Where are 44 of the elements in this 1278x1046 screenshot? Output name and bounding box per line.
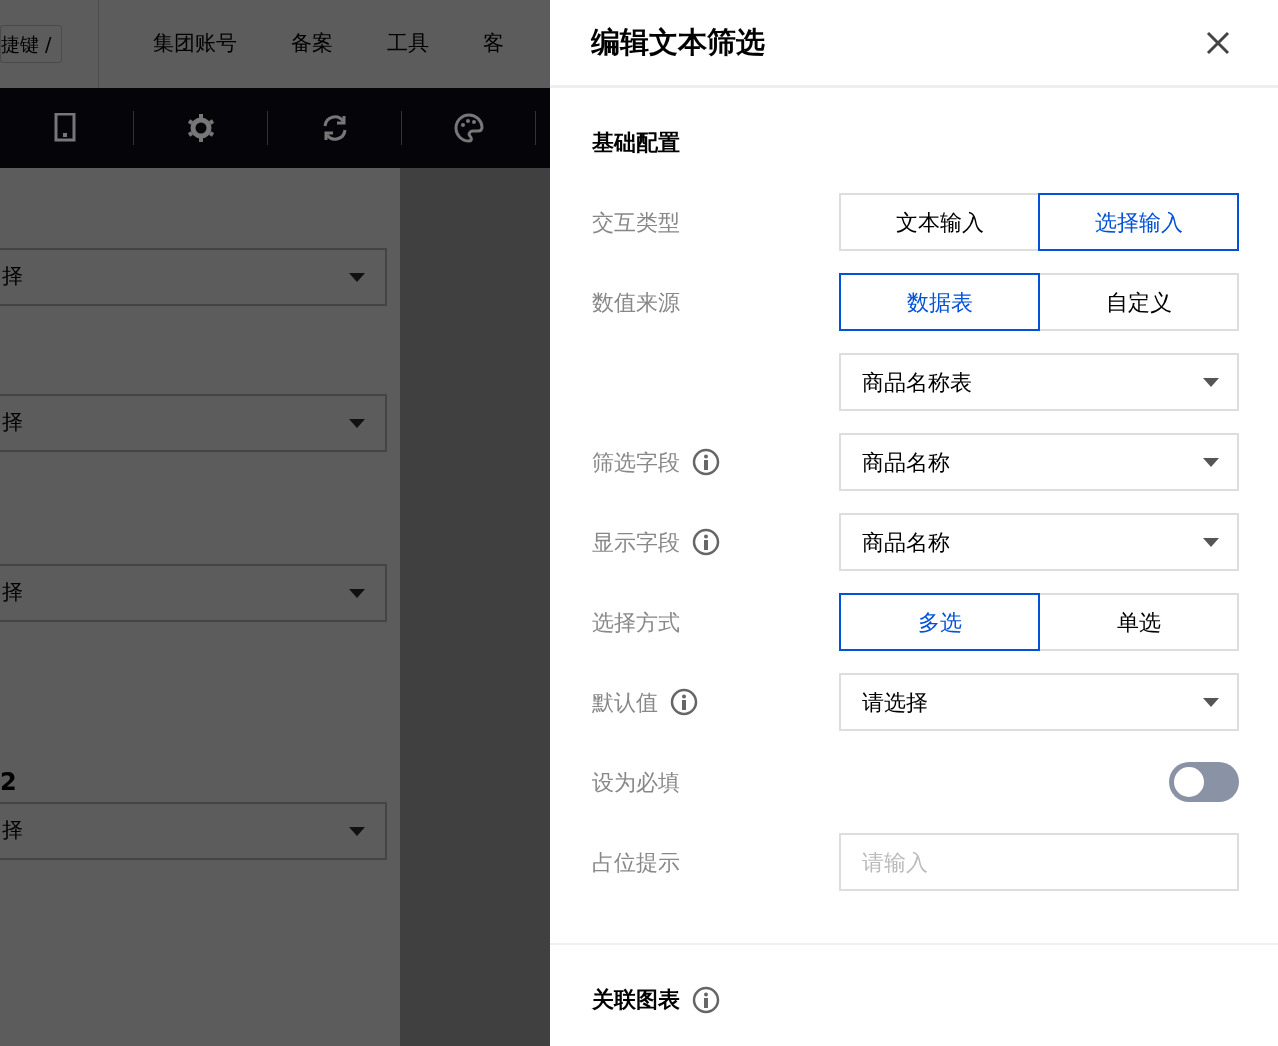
select-field[interactable]: 商品名称表 [839, 353, 1239, 411]
segment-option[interactable]: 数据表 [839, 273, 1040, 331]
segment-option[interactable]: 多选 [839, 593, 1040, 651]
section-title: 关联图表 [592, 986, 680, 1014]
close-button[interactable] [1206, 30, 1230, 55]
select-placeholder: 择 [2, 579, 23, 607]
toggle-switch[interactable] [1169, 762, 1239, 802]
caret-icon [1203, 537, 1219, 547]
section-title: 基础配置 [592, 129, 680, 157]
caret-icon [1203, 697, 1219, 707]
caret-icon [1203, 377, 1219, 387]
caret-icon [349, 826, 365, 836]
select-value: 请选择 [862, 688, 928, 717]
select-field[interactable]: 请选择 [839, 673, 1239, 731]
field-label: 交互类型 [592, 208, 680, 237]
caret-icon [349, 272, 365, 282]
select-value: 商品名称 [862, 528, 950, 557]
text-input[interactable]: 请输入 [839, 833, 1239, 891]
field-label: 数值来源 [592, 288, 680, 317]
gear-icon [185, 113, 216, 143]
select-placeholder: 择 [2, 263, 23, 291]
select-placeholder: 择 [2, 817, 23, 845]
field-label: 显示字段 [592, 528, 680, 557]
field-label: 2 [0, 767, 18, 798]
field-label: 占位提示 [592, 848, 680, 877]
select-field[interactable]: 商品名称 [839, 513, 1239, 571]
drawer-title: 编辑文本筛选 [591, 23, 765, 61]
field-label: 设为必填 [592, 768, 680, 797]
caret-icon [349, 418, 365, 428]
segment-option[interactable]: 单选 [1038, 593, 1239, 651]
field-label: 默认值 [592, 688, 658, 717]
segment-option[interactable]: 自定义 [1038, 273, 1239, 331]
select-field[interactable]: 商品名称 [839, 433, 1239, 491]
field-label: 选择方式 [592, 608, 680, 637]
segment-option[interactable]: 文本输入 [839, 193, 1040, 251]
caret-icon [1203, 457, 1219, 467]
caret-icon [349, 588, 365, 598]
shortcut-hint: 捷键 / [0, 24, 63, 64]
select-value: 商品名称 [862, 448, 950, 477]
palette-icon [453, 113, 484, 143]
field-label: 筛选字段 [592, 448, 680, 477]
segment-option[interactable]: 选择输入 [1038, 193, 1239, 251]
select-placeholder: 择 [2, 409, 23, 437]
select-value: 商品名称表 [862, 368, 972, 397]
